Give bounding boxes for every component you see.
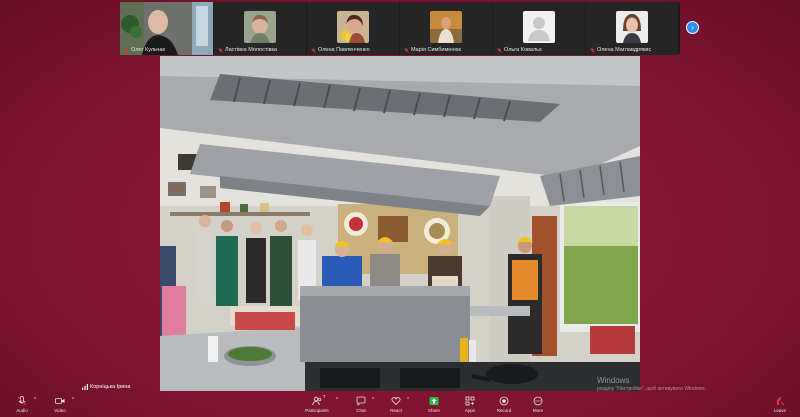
participant-strip: Олег Кульчак Ластівка Молостівка Олена П… xyxy=(120,2,680,55)
participant-name: Марія Симбименюк xyxy=(404,47,461,53)
mic-muted-icon xyxy=(590,47,595,53)
chat-icon xyxy=(356,396,366,406)
participant-name: Ластівка Молостівка xyxy=(218,47,277,53)
main-video-feed[interactable] xyxy=(160,56,640,391)
leave-icon xyxy=(777,397,785,406)
audio-button[interactable]: Audio xyxy=(12,393,32,417)
participant-tile[interactable]: Ольга Ковальs xyxy=(493,2,585,55)
participant-tile[interactable]: Ластівка Молостівка xyxy=(214,2,306,55)
record-button[interactable]: Record xyxy=(494,393,514,417)
chat-button[interactable]: Chat xyxy=(352,393,370,417)
signal-icon xyxy=(82,384,88,390)
meeting-toolbar: Audio ^ Video ^ Participants 7 ^ Chat ^ … xyxy=(0,393,800,417)
react-button[interactable]: React xyxy=(387,393,405,417)
avatar xyxy=(616,11,648,43)
apps-button[interactable]: Apps xyxy=(461,393,479,417)
avatar xyxy=(337,11,369,43)
heart-icon xyxy=(391,397,401,406)
share-screen-icon xyxy=(429,397,439,405)
leave-button[interactable]: Leave xyxy=(770,393,790,417)
participants-options-caret[interactable]: ^ xyxy=(336,397,338,403)
mic-muted-icon xyxy=(218,47,223,53)
audio-options-caret[interactable]: ^ xyxy=(34,397,36,403)
participant-tile[interactable]: Олег Кульчак xyxy=(120,2,213,55)
next-page-icon[interactable]: › xyxy=(686,21,699,34)
video-camera-icon xyxy=(55,398,65,404)
share-button[interactable]: Share xyxy=(425,393,443,417)
default-avatar-icon xyxy=(523,11,555,43)
apps-icon xyxy=(465,396,475,406)
mic-muted-icon xyxy=(404,47,409,53)
participant-tile[interactable]: Марія Симбименюк xyxy=(400,2,492,55)
participant-name: Ольга Ковальs xyxy=(497,47,542,53)
mic-muted-icon xyxy=(17,396,27,406)
participant-tile[interactable]: Олена Павленченко xyxy=(307,2,399,55)
video-options-caret[interactable]: ^ xyxy=(72,397,74,403)
participants-icon xyxy=(312,396,322,406)
more-button[interactable]: More xyxy=(529,393,547,417)
participants-count-badge: 7 xyxy=(323,394,326,399)
mic-muted-icon xyxy=(497,47,502,53)
participant-name: Олег Кульчак xyxy=(124,47,165,53)
active-speaker-label: Корніцька Ірина xyxy=(82,384,130,390)
chat-options-caret[interactable]: ^ xyxy=(372,397,374,403)
kitchen-scene-image xyxy=(160,56,640,391)
more-icon xyxy=(533,396,543,406)
react-options-caret[interactable]: ^ xyxy=(407,397,409,403)
participant-name: Олена Павленченко xyxy=(311,47,370,53)
video-button[interactable]: Video xyxy=(50,393,70,417)
mic-muted-icon xyxy=(124,47,129,53)
participant-tile[interactable]: Олена Маглавдрякис xyxy=(586,2,678,55)
record-icon xyxy=(499,396,509,406)
participant-name: Олена Маглавдрякис xyxy=(590,47,651,53)
participants-button[interactable]: Participants xyxy=(302,393,332,417)
avatar xyxy=(244,11,276,43)
windows-activation-watermark: Windows розділу "Настройки", щоб активув… xyxy=(597,376,707,392)
mic-muted-icon xyxy=(311,47,316,53)
avatar xyxy=(430,11,462,43)
